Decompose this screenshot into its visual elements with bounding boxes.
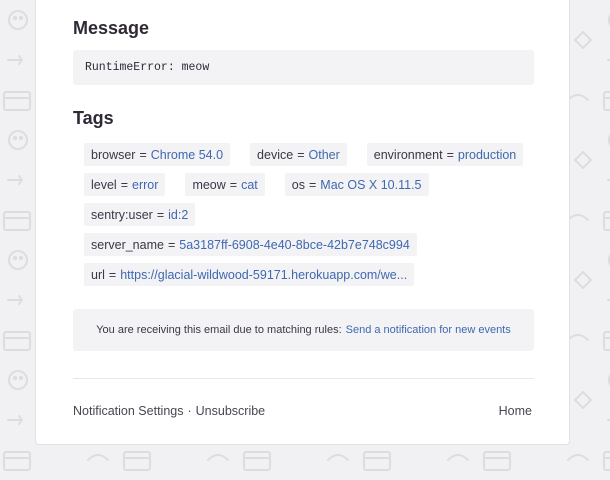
message-heading: Message: [73, 18, 150, 38]
message-box: RuntimeError: meow: [73, 50, 534, 85]
tag-equals: =: [120, 177, 129, 192]
tag-equals: =: [156, 207, 165, 222]
tag-row: server_name = 5a3187ff-6908-4e40-8bce-42b7…: [84, 233, 437, 256]
tag-server-name: server_name = 5a3187ff-6908-4e40-8bce-42b7…: [84, 233, 417, 256]
home-link[interactable]: Home: [499, 404, 532, 418]
email-card: Message RuntimeError: meow Tags browser =…: [35, 0, 570, 445]
tag-key: device: [257, 147, 294, 162]
tag-row: url = https://glacial-wildwood-59171.herok…: [84, 263, 434, 286]
tag-value-link[interactable]: Chrome 54.0: [151, 148, 223, 162]
tag-sentry-user: sentry:user = id:2: [84, 203, 196, 226]
footer-links: Notification Settings · Unsubscribe: [73, 404, 265, 418]
tag-value-link[interactable]: cat: [241, 178, 258, 192]
tag-equals: =: [108, 267, 117, 282]
tag-equals: =: [229, 177, 238, 192]
tag-device: device = Other: [250, 143, 347, 166]
tag-key: server_name: [91, 237, 164, 252]
tag-value-link[interactable]: Other: [309, 148, 340, 162]
tag-equals: =: [139, 147, 147, 162]
tag-row: level = error meow = cat os = Mac OS X 10.11.5: [84, 173, 449, 196]
tag-key: sentry:user: [91, 207, 153, 222]
tag-environment: environment = production: [366, 143, 524, 166]
notice-rule-link[interactable]: Send a notification for new events: [346, 324, 511, 336]
tag-key: url: [91, 267, 105, 282]
tag-key: level: [91, 177, 117, 192]
notification-notice: You are receiving this email due to matc…: [73, 309, 534, 351]
tags-heading: Tags: [73, 108, 114, 128]
tag-equals: =: [167, 237, 176, 252]
tag-os: os = Mac OS X 10.11.5: [284, 173, 429, 196]
notice-text: You are receiving this email due to matc…: [96, 324, 342, 336]
tag-value-link[interactable]: Mac OS X 10.11.5: [320, 178, 421, 192]
tag-equals: =: [308, 177, 317, 192]
footer-divider: [73, 378, 534, 379]
message-text: RuntimeError: meow: [85, 61, 210, 74]
tag-value-link[interactable]: 5a3187ff-6908-4e40-8bce-42b7e748c994: [179, 238, 410, 252]
tag-row: browser = Chrome 54.0 device = Other environ…: [84, 143, 543, 166]
tag-equals: =: [297, 147, 305, 162]
tag-value-link[interactable]: https://glacial-wildwood-59171.herokuapp…: [120, 268, 407, 282]
tag-row: sentry:user = id:2: [84, 203, 215, 226]
tag-value-link[interactable]: production: [458, 148, 516, 162]
tag-key: meow: [192, 177, 226, 192]
tag-value-link[interactable]: id:2: [168, 208, 188, 222]
tag-url: url = https://glacial-wildwood-59171.herok…: [84, 263, 415, 286]
tag-key: environment: [373, 147, 443, 162]
tag-key: os: [291, 177, 305, 192]
footer-separator: ·: [187, 404, 192, 418]
tag-equals: =: [446, 147, 454, 162]
tag-browser: browser = Chrome 54.0: [84, 143, 231, 166]
tag-level: level = error: [84, 173, 166, 196]
tag-key: browser: [91, 147, 136, 162]
tag-meow: meow = cat: [185, 173, 265, 196]
tag-value-link[interactable]: error: [132, 178, 158, 192]
unsubscribe-link[interactable]: Unsubscribe: [196, 404, 265, 418]
notification-settings-link[interactable]: Notification Settings: [73, 404, 183, 418]
